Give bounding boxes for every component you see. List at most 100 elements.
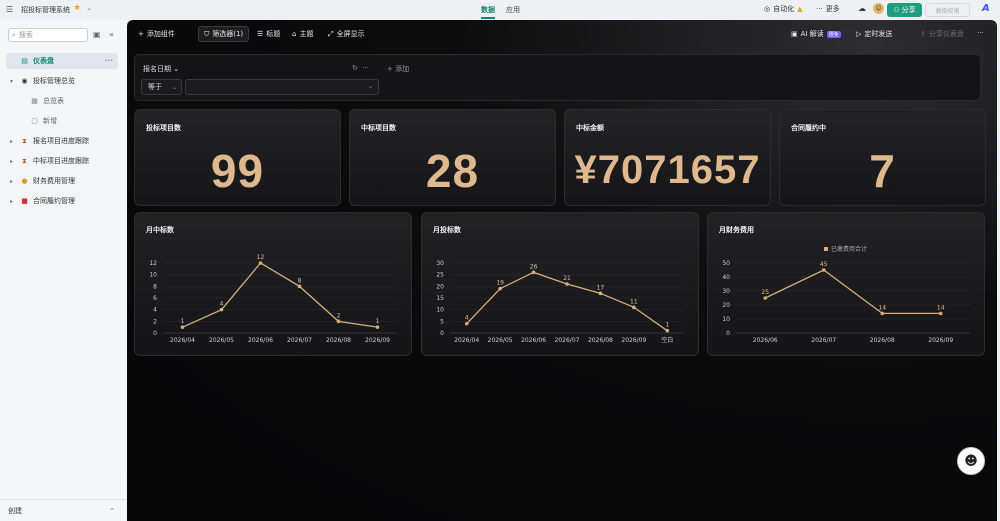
chart-card-monthly-bids[interactable]: 月投标数 0 5 10 15 20 25 30 2026/04 2026/05 2026/06 20…: [421, 212, 699, 356]
schedule-send-button[interactable]: ▷ 定时发送: [856, 29, 892, 39]
data-label: 12: [257, 254, 265, 261]
cloud-icon[interactable]: ☁: [858, 4, 866, 13]
title-button[interactable]: ☰ 标题: [257, 29, 280, 39]
data-label: 1: [376, 318, 380, 325]
sidebar-item-signup-progress[interactable]: ▸ ⧗ 报名项目进度跟踪: [6, 133, 118, 149]
data-point: [180, 325, 185, 329]
ai-icon: ▣: [791, 30, 798, 38]
add-widget-button[interactable]: + 添加组件: [138, 29, 175, 39]
chart-card-monthly-finance[interactable]: 月财务费用 已缴费用合计 0 10 20 30 40 50 2026/06 2026/07 20…: [707, 212, 985, 356]
search-input[interactable]: ⌕ 搜索: [8, 28, 88, 42]
sidebar-item-overview-table[interactable]: ▦ 总览表: [6, 93, 118, 109]
more-options-icon[interactable]: ···: [977, 29, 984, 37]
stat-value: 99: [210, 145, 265, 197]
fullscreen-button[interactable]: ⤢ 全屏显示: [328, 29, 365, 39]
sidebar-item-win-progress[interactable]: ▸ ⧗ 中标项目进度跟踪: [6, 153, 118, 169]
chevron-right-icon[interactable]: ▸: [10, 198, 16, 205]
collapse-sidebar-icon[interactable]: «: [109, 30, 114, 39]
data-label: 11: [630, 298, 638, 305]
share-button[interactable]: ⚇ 分享: [887, 3, 922, 17]
data-point: [565, 282, 569, 286]
x-tick-label: 2026/08: [326, 337, 351, 344]
y-tick-label: 30: [722, 288, 730, 295]
data-label: 21: [563, 275, 571, 282]
x-tick-label: 2026/07: [555, 337, 580, 344]
dashboard-canvas: + 添加组件 ⛉ 筛选器(1) ☰ 标题 ⌂ 主题 ⤢ 全屏显示 ▣ AI 解读…: [127, 20, 997, 521]
data-label: 25: [761, 289, 769, 296]
permission-button[interactable]: 高级权限: [925, 3, 970, 17]
stat-card-contracts[interactable]: 合同履约中 7: [779, 109, 986, 206]
data-point: [531, 270, 536, 275]
data-label: 1: [665, 322, 669, 329]
theme-label: 主题: [299, 30, 314, 38]
x-tick-label: 2026/06: [521, 337, 546, 344]
sidebar-item-label: 中标项目进度跟踪: [33, 157, 89, 165]
app-title[interactable]: 招投标管理系统: [21, 5, 70, 15]
chevron-down-icon[interactable]: ⌄: [86, 4, 92, 12]
y-tick-label: 20: [436, 283, 444, 290]
hourglass-icon: ⧗: [22, 136, 27, 145]
layout-icon[interactable]: ▣: [93, 30, 101, 39]
y-tick-label: 6: [153, 295, 157, 302]
data-point: [258, 261, 263, 265]
chevron-right-icon[interactable]: ▸: [10, 138, 16, 145]
create-section[interactable]: 创建 ⌃: [0, 499, 127, 521]
sidebar-item-bid-overview[interactable]: ▾ ◉ 投标管理总览: [6, 73, 118, 89]
x-tick-label: 空白: [661, 336, 673, 344]
filter-field[interactable]: 报名日期 ⌄: [143, 64, 179, 74]
stat-title: 中标项目数: [361, 124, 396, 132]
chevron-up-icon[interactable]: ⌃: [109, 507, 115, 515]
data-label: 14: [937, 304, 945, 311]
value-select[interactable]: ⌄: [185, 79, 379, 95]
data-label: 1: [181, 318, 185, 325]
x-tick-label: 2026/09: [621, 337, 646, 344]
more-label: 更多: [825, 5, 840, 13]
stat-card-bids[interactable]: 投标项目数 99: [134, 109, 341, 206]
chevron-right-icon[interactable]: ▸: [10, 178, 16, 185]
filter-panel: 报名日期 ⌄ ↻ ··· + 添加 等于 ⌄ ⌄: [134, 54, 981, 101]
x-tick-label: 2026/04: [170, 337, 195, 344]
help-assistant-button[interactable]: ☻: [957, 447, 985, 475]
add-filter-button[interactable]: + 添加: [387, 64, 409, 74]
data-label: 4: [465, 315, 469, 322]
sidebar-item-label: 财务费用管理: [33, 177, 75, 185]
sidebar-item-dashboard[interactable]: ▤ 仪表盘 ···: [6, 53, 118, 69]
sidebar-item-finance[interactable]: ▸ ● 财务费用管理: [6, 173, 118, 189]
tab-apps[interactable]: 应用: [506, 5, 520, 15]
theme-button[interactable]: ⌂ 主题: [292, 29, 313, 39]
data-point: [763, 296, 768, 300]
reset-icon[interactable]: ↻ ···: [352, 64, 369, 72]
y-tick-label: 2: [153, 318, 157, 325]
operator-select[interactable]: 等于 ⌄: [141, 79, 182, 95]
share-dashboard-button[interactable]: ⇪ 分享仪表盘: [920, 29, 964, 39]
add-widget-label: 添加组件: [146, 30, 175, 38]
target-icon: ◉: [21, 77, 28, 85]
ai-read-button[interactable]: ▣ AI 解读 限免: [791, 29, 841, 39]
y-tick-label: 30: [436, 260, 444, 267]
automation-button[interactable]: ◎ 自动化 ▲: [764, 4, 803, 14]
y-tick-label: 10: [149, 272, 157, 279]
data-label: 14: [878, 304, 886, 311]
data-point: [498, 286, 502, 291]
stat-card-amount[interactable]: 中标金额 ¥7071657: [564, 109, 771, 206]
theme-icon: ⌂: [292, 30, 297, 38]
sidebar-item-contract[interactable]: ▸ ■ 合同履约管理: [6, 193, 118, 209]
chart-card-monthly-wins[interactable]: 月中标数 0 2 4 6 8 10 12 2026/04 2026/05 2026/06 2026/…: [134, 212, 412, 356]
favorite-star-icon[interactable]: ★: [73, 3, 81, 13]
more-button[interactable]: ··· 更多: [816, 4, 840, 14]
assistant-icon: ☻: [964, 453, 978, 469]
free-badge: 限免: [826, 30, 841, 38]
chart-monthly-bids: 0 5 10 15 20 25 30 2026/04 2026/05 2026/06 2026/07…: [436, 260, 684, 344]
x-tick-label: 2026/06: [753, 337, 778, 344]
filter-button[interactable]: ⛉ 筛选器(1): [198, 26, 250, 42]
sidebar-item-new[interactable]: ▢ 新增: [6, 113, 118, 129]
chevron-down-icon[interactable]: ▾: [10, 78, 16, 85]
stat-card-wins[interactable]: 中标项目数 28: [349, 109, 556, 206]
menu-icon[interactable]: ☰: [6, 5, 13, 14]
more-icon[interactable]: ···: [105, 57, 113, 65]
sidebar-item-label: 仪表盘: [33, 57, 54, 65]
chevron-right-icon[interactable]: ▸: [10, 158, 16, 165]
search-icon: ⌕: [12, 30, 16, 39]
tab-data[interactable]: 数据: [481, 5, 495, 19]
avatar[interactable]: ☺: [873, 3, 884, 14]
